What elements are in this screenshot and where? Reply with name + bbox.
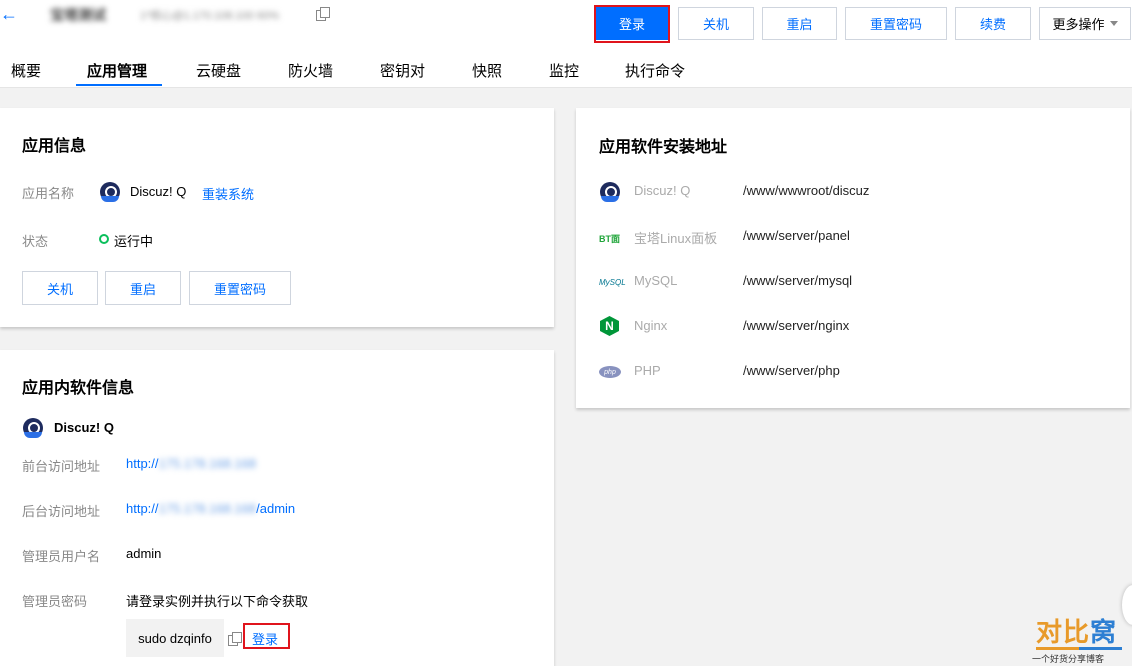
login-link[interactable]: 登录 [252,629,278,648]
renew-button[interactable]: 续费 [955,7,1031,40]
app-name-value: Discuz! Q [130,184,187,199]
mysql-icon: MySQL [599,278,626,287]
backend-url-link[interactable]: http://175.178.168.168/admin [126,501,295,516]
more-actions-button[interactable]: 更多操作 [1039,7,1131,40]
tab-monitor[interactable]: 监控 [549,60,579,81]
active-tab-indicator [76,84,162,86]
software-path: /www/server/mysql [743,273,853,288]
software-info-title: 应用内软件信息 [22,380,135,397]
watermark-title: 对比窝 [1036,617,1118,647]
caret-down-icon [1109,21,1118,26]
shutdown-button[interactable]: 关机 [678,7,754,40]
more-actions-label: 更多操作 [1052,17,1105,32]
discuz-icon [23,418,43,438]
app-reset-password-button[interactable]: 重置密码 [189,271,291,305]
software-path: /www/server/nginx [743,318,850,333]
instance-name: 宝塔测试 [50,7,106,23]
app-shutdown-button[interactable]: 关机 [22,271,98,305]
copy-icon[interactable] [316,7,330,21]
admin-user-label: 管理员用户名 [22,549,101,564]
tab-overview[interactable]: 概要 [11,60,41,81]
software-path: /www/wwwroot/discuz [743,183,870,198]
watermark-underline [1036,647,1122,650]
page-header: ← 宝塔测试 1*核心@1.170.108.100 60% 登录 关机 重启 重… [0,0,1132,52]
watermark-subtitle: 一个好货分享博客 [1032,654,1105,664]
software-path: /www/server/php [743,363,840,378]
backend-url-prefix: http:// [126,501,159,516]
restart-button[interactable]: 重启 [762,7,837,40]
software-path: /www/server/panel [743,228,850,243]
php-icon: php [599,366,621,378]
backend-url-label: 后台访问地址 [22,504,101,519]
status-value: 运行中 [114,234,154,249]
tab-app-management[interactable]: 应用管理 [87,60,147,81]
status-label: 状态 [22,234,49,249]
frontend-url-label: 前台访问地址 [22,459,101,474]
software-name: MySQL [634,273,678,288]
command-text: sudo dzqinfo [138,630,212,646]
backend-url-suffix: /admin [256,501,296,516]
tab-firewall[interactable]: 防火墙 [288,60,333,81]
reset-password-button[interactable]: 重置密码 [845,7,947,40]
software-name: 宝塔Linux面板 [634,231,718,246]
software-name: Discuz! Q [634,183,691,198]
install-paths-title: 应用软件安装地址 [599,139,728,156]
login-button[interactable]: 登录 [596,7,668,40]
admin-pass-hint: 请登录实例并执行以下命令获取 [126,594,309,609]
backend-url-ip: 175.178.168.168 [158,501,257,516]
frontend-url-prefix: http:// [126,456,159,471]
discuz-icon [100,182,120,202]
arrow-left-icon[interactable]: ← [0,5,18,23]
tab-snapshot[interactable]: 快照 [472,60,502,81]
reinstall-link[interactable]: 重装系统 [202,184,254,203]
tab-key-pair[interactable]: 密钥对 [380,60,425,81]
tab-cloud-disk[interactable]: 云硬盘 [196,60,241,81]
admin-user-value: admin [126,546,162,561]
software-name: PHP [634,363,661,378]
watermark-logo: 对比窝 一个好货分享博客 [1032,612,1132,666]
copy-command-icon[interactable] [228,632,242,646]
command-box: sudo dzqinfo [126,619,224,657]
frontend-url-ip: 175.178.168.168 [158,456,257,471]
admin-pass-label: 管理员密码 [22,594,88,609]
app-info-title: 应用信息 [22,138,87,155]
app-restart-button[interactable]: 重启 [105,271,181,305]
software-name: Nginx [634,318,668,333]
tab-bar: 概要 应用管理 云硬盘 防火墙 密钥对 快照 监控 执行命令 [0,52,1132,88]
discuz-icon [600,182,620,202]
software-app-name: Discuz! Q [54,420,114,435]
tab-run-command[interactable]: 执行命令 [625,60,685,81]
frontend-url-link[interactable]: http://175.178.168.168 [126,456,256,471]
running-status-icon [99,234,109,244]
app-name-label: 应用名称 [22,186,75,201]
bt-panel-icon: BT面 [599,234,620,244]
instance-id: 1*核心@1.170.108.100 60% [140,10,279,22]
